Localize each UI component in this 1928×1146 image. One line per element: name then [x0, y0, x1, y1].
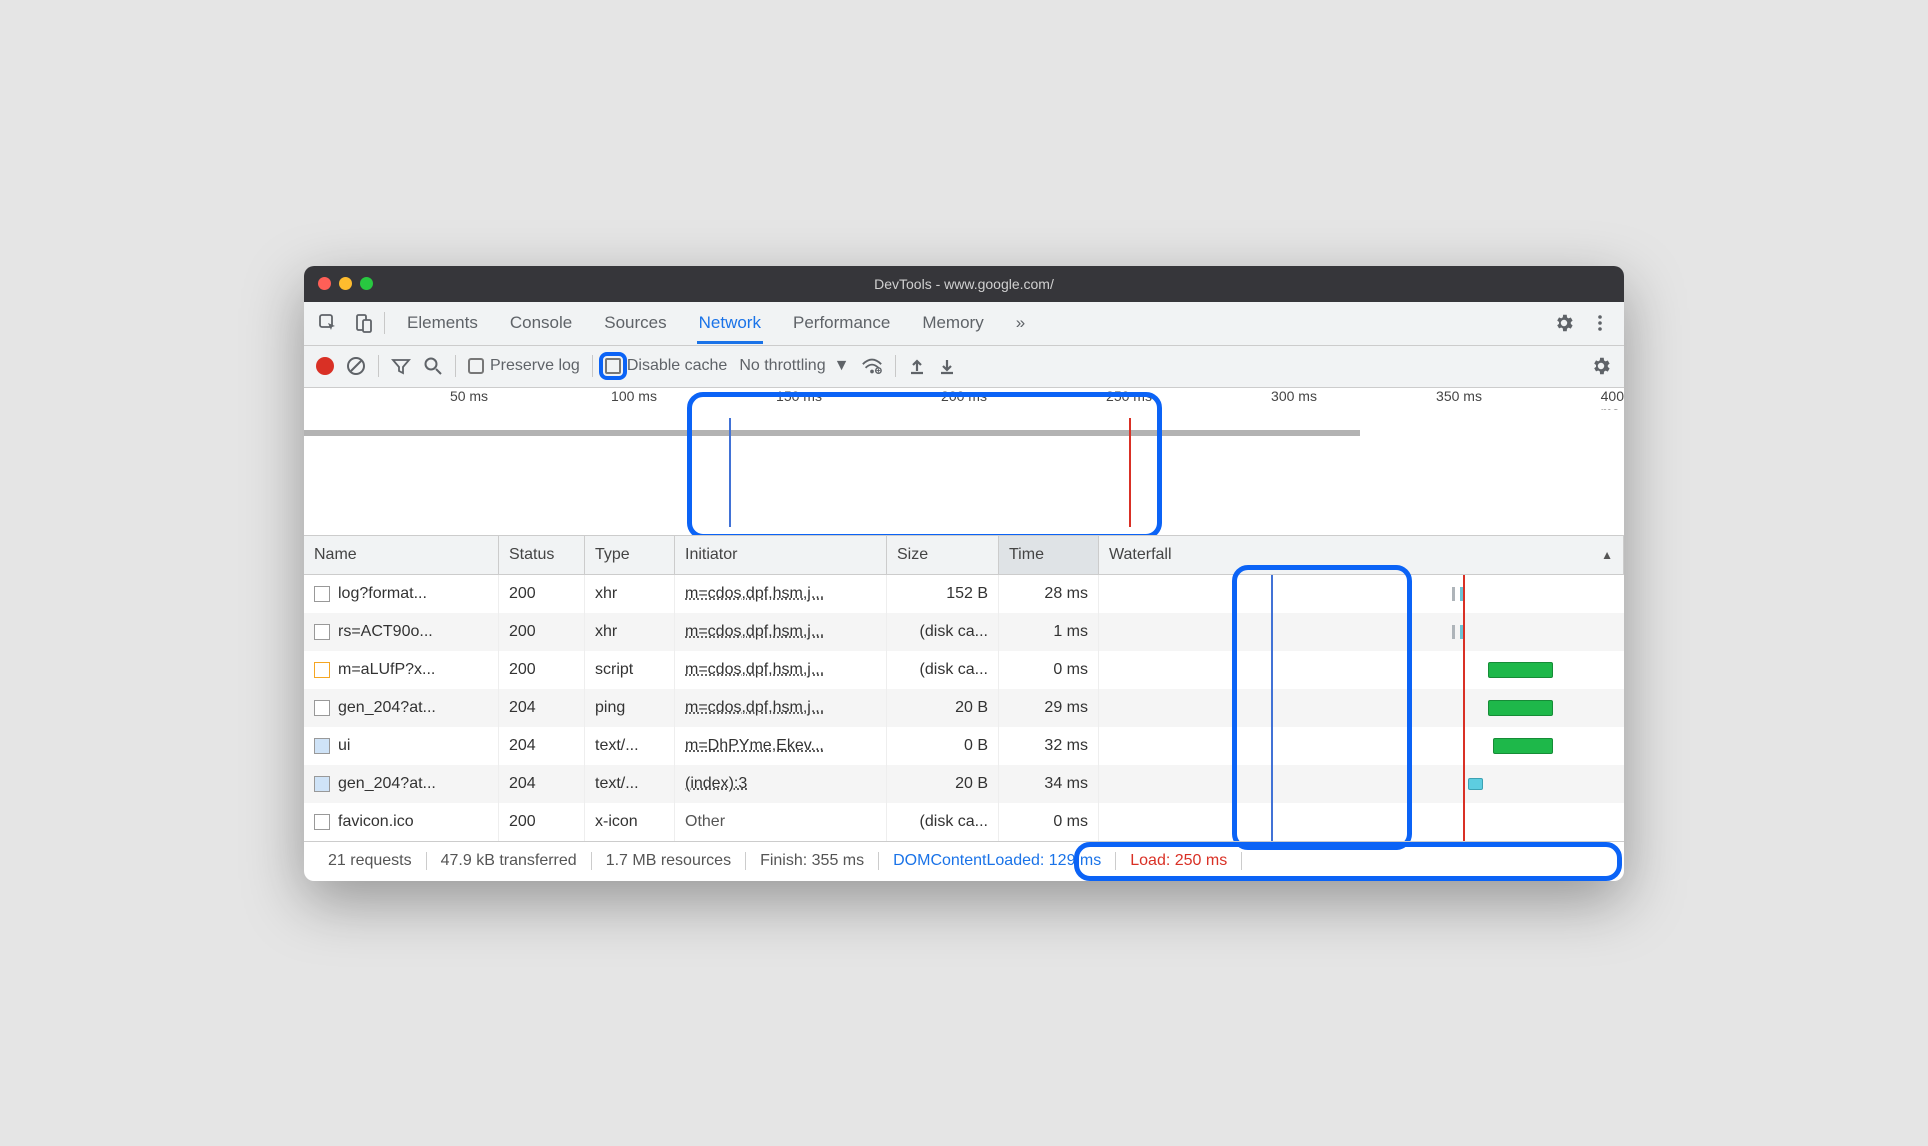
search-icon[interactable] — [423, 356, 443, 376]
col-size[interactable]: Size — [887, 536, 999, 574]
close-icon[interactable] — [318, 277, 331, 290]
gear-icon[interactable] — [1590, 355, 1612, 377]
request-row[interactable]: ui 204 text/... m=DhPYme,Ekev... 0 B 32 … — [304, 727, 1624, 765]
disable-cache-label: Disable cache — [627, 357, 728, 375]
main-tabbar: Elements Console Sources Network Perform… — [304, 302, 1624, 346]
file-icon — [314, 624, 330, 640]
status-load: Load: 250 ms — [1116, 852, 1242, 870]
image-icon — [314, 738, 330, 754]
tab-sources[interactable]: Sources — [602, 303, 668, 343]
minimize-icon[interactable] — [339, 277, 352, 290]
tab-performance[interactable]: Performance — [791, 303, 892, 343]
col-waterfall[interactable]: Waterfall ▲ — [1099, 536, 1624, 574]
panel-tabs: Elements Console Sources Network Perform… — [405, 303, 1027, 343]
tab-memory[interactable]: Memory — [920, 303, 985, 343]
divider — [455, 355, 456, 377]
request-row[interactable]: log?format... 200 xhr m=cdos,dpf,hsm,j..… — [304, 575, 1624, 613]
request-row[interactable]: rs=ACT90o... 200 xhr m=cdos,dpf,hsm,j...… — [304, 613, 1624, 651]
status-resources: 1.7 MB resources — [592, 852, 746, 870]
col-status[interactable]: Status — [499, 536, 585, 574]
preserve-log-label: Preserve log — [490, 357, 580, 375]
col-name[interactable]: Name — [304, 536, 499, 574]
filter-icon[interactable] — [391, 356, 411, 376]
download-icon[interactable] — [938, 357, 956, 375]
tick-label: 50 ms — [450, 388, 488, 404]
divider — [895, 355, 896, 377]
divider — [378, 355, 379, 377]
status-transferred: 47.9 kB transferred — [427, 852, 592, 870]
tick-label: 100 ms — [611, 388, 657, 404]
overview-body — [304, 410, 1624, 535]
request-row[interactable]: gen_204?at... 204 text/... (index):3 20 … — [304, 765, 1624, 803]
divider — [384, 312, 385, 334]
devtools-window: DevTools - www.google.com/ Elements Cons… — [304, 266, 1624, 881]
titlebar: DevTools - www.google.com/ — [304, 266, 1624, 302]
tab-elements[interactable]: Elements — [405, 303, 480, 343]
kebab-icon[interactable] — [1584, 307, 1616, 339]
tab-console[interactable]: Console — [508, 303, 574, 343]
traffic-lights — [304, 277, 373, 290]
col-type[interactable]: Type — [585, 536, 675, 574]
upload-icon[interactable] — [908, 357, 926, 375]
status-finish: Finish: 355 ms — [746, 852, 879, 870]
gear-icon[interactable] — [1548, 307, 1580, 339]
window-title: DevTools - www.google.com/ — [304, 276, 1624, 292]
more-tabs-icon[interactable]: » — [1014, 303, 1027, 343]
status-bar: 21 requests 47.9 kB transferred 1.7 MB r… — [304, 841, 1624, 881]
tab-network[interactable]: Network — [697, 303, 763, 343]
col-time[interactable]: Time — [999, 536, 1099, 574]
file-icon — [314, 814, 330, 830]
waterfall-label: Waterfall — [1109, 546, 1172, 564]
tick-label: 300 ms — [1271, 388, 1317, 404]
disable-cache-checkbox[interactable]: Disable cache — [605, 357, 728, 375]
request-row[interactable]: favicon.ico 200 x-icon Other (disk ca...… — [304, 803, 1624, 841]
network-table-header: Name Status Type Initiator Size Time Wat… — [304, 536, 1624, 575]
request-row[interactable]: m=aLUfP?x... 200 script m=cdos,dpf,hsm,j… — [304, 651, 1624, 689]
status-requests: 21 requests — [314, 852, 427, 870]
throttling-value: No throttling — [739, 357, 825, 375]
throttling-select[interactable]: No throttling ▼ — [739, 357, 849, 375]
network-rows: log?format... 200 xhr m=cdos,dpf,hsm,j..… — [304, 575, 1624, 841]
preserve-log-checkbox[interactable]: Preserve log — [468, 357, 580, 375]
js-icon — [314, 662, 330, 678]
divider — [592, 355, 593, 377]
col-initiator[interactable]: Initiator — [675, 536, 887, 574]
network-toolbar: Preserve log Disable cache No throttling… — [304, 346, 1624, 388]
device-toggle-icon[interactable] — [348, 307, 380, 339]
record-button[interactable] — [316, 357, 334, 375]
chevron-down-icon: ▼ — [834, 357, 850, 375]
timeline-overview[interactable]: 50 ms 100 ms 150 ms 200 ms 250 ms 300 ms… — [304, 388, 1624, 536]
highlight-box — [687, 392, 1162, 536]
file-icon — [314, 586, 330, 602]
tick-label: 350 ms — [1436, 388, 1482, 404]
status-domcontentloaded: DOMContentLoaded: 129 ms — [879, 852, 1116, 870]
image-icon — [314, 776, 330, 792]
sort-asc-icon: ▲ — [1601, 548, 1613, 562]
maximize-icon[interactable] — [360, 277, 373, 290]
network-conditions-icon[interactable] — [861, 356, 883, 376]
clear-icon[interactable] — [346, 356, 366, 376]
inspect-icon[interactable] — [312, 307, 344, 339]
request-row[interactable]: gen_204?at... 204 ping m=cdos,dpf,hsm,j.… — [304, 689, 1624, 727]
file-icon — [314, 700, 330, 716]
